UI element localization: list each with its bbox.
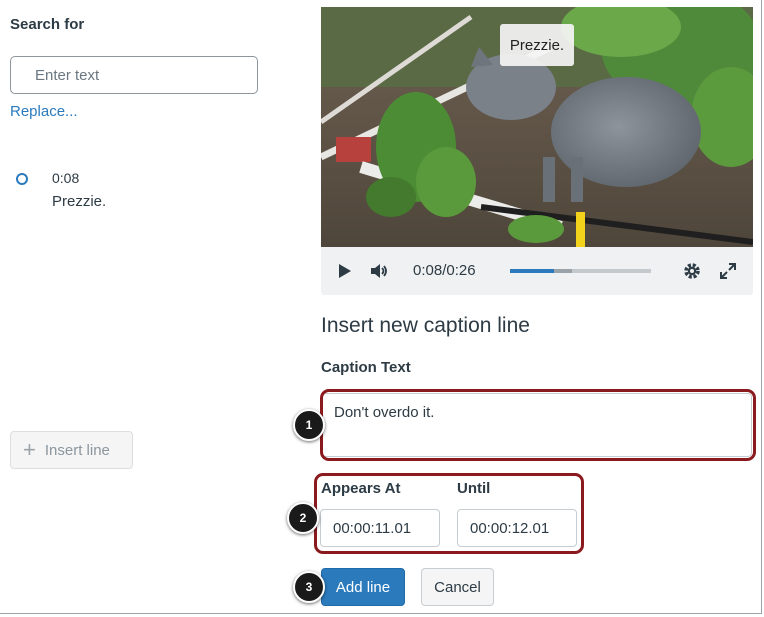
add-line-button[interactable]: Add line xyxy=(321,568,405,606)
fullscreen-icon[interactable] xyxy=(719,262,737,285)
plus-icon: + xyxy=(23,437,36,462)
video-caption-overlay: Prezzie. xyxy=(500,24,574,66)
highlight-caption-box xyxy=(320,389,756,461)
form-heading: Insert new caption line xyxy=(321,314,530,337)
insert-line-label: Insert line xyxy=(44,441,110,459)
step-marker-2: 2 xyxy=(287,502,319,534)
progress-fill xyxy=(510,269,554,273)
search-input[interactable] xyxy=(10,56,258,94)
progress-bar[interactable] xyxy=(510,269,651,273)
caption-text-label: Caption Text xyxy=(321,359,411,376)
cue-radio-icon[interactable] xyxy=(16,173,28,185)
highlight-times-box xyxy=(314,473,584,554)
step-marker-1: 1 xyxy=(293,409,325,441)
cancel-button[interactable]: Cancel xyxy=(421,568,494,606)
cue-text: Prezzie. xyxy=(52,193,107,210)
volume-icon[interactable] xyxy=(371,263,389,284)
cue-time: 0:08 xyxy=(52,170,80,186)
insert-line-button[interactable]: + Insert line xyxy=(10,431,133,469)
time-display: 0:08/0:26 xyxy=(413,262,476,279)
replace-link[interactable]: Replace... xyxy=(10,103,78,120)
video-controls: 0:08/0:26 xyxy=(321,247,753,295)
step-marker-3: 3 xyxy=(293,571,325,603)
play-icon[interactable] xyxy=(339,264,351,283)
gear-icon[interactable] xyxy=(683,262,701,285)
search-label: Search for xyxy=(10,16,85,33)
